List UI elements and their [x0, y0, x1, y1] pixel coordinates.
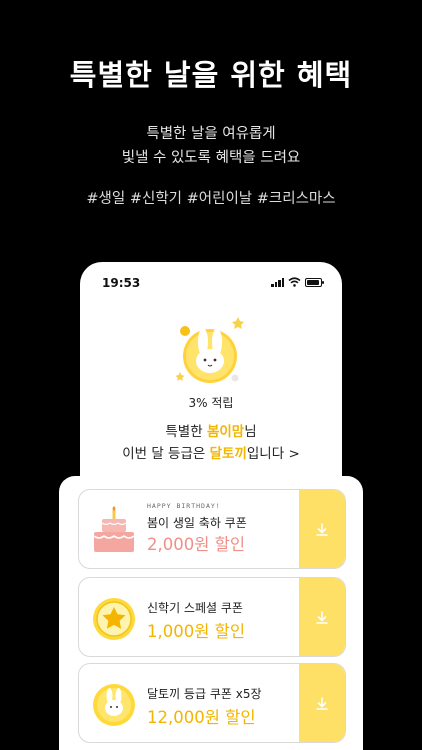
coupon-card-new-semester[interactable]: 신학기 스페셜 쿠폰 1,000원 할인	[78, 577, 346, 657]
grade-link[interactable]: 이번 달 등급은 달토끼입니다 >	[80, 442, 342, 462]
download-icon	[316, 611, 328, 624]
status-time: 19:53	[102, 276, 141, 290]
battery-icon	[305, 278, 324, 287]
coupon-kicker: HAPPY BIRTHDAY!	[147, 502, 221, 510]
status-bar: 19:53	[102, 276, 324, 290]
coupon-discount: 2,000원 할인	[147, 535, 246, 554]
status-icons	[271, 277, 324, 287]
grade-name: 달토끼	[209, 446, 247, 462]
promo-headline: 특별한 날을 위한 혜택	[69, 58, 353, 92]
greeting-suffix: 님	[244, 424, 257, 440]
coupon-download-stub[interactable]	[295, 490, 345, 568]
rabbit-level-badge-icon	[175, 317, 244, 383]
signal-icon	[271, 277, 284, 287]
coupon-download-stub[interactable]	[295, 664, 345, 742]
perforation-divider	[295, 490, 299, 568]
greeting-line: 특별한 봄이맘님	[80, 420, 342, 440]
promo-hashtags: #생일 #신학기 #어린이날 #크리스마스	[86, 191, 336, 207]
birthday-cake-icon	[93, 506, 135, 552]
star-medal-icon	[93, 598, 135, 640]
download-icon	[316, 697, 328, 710]
grade-suffix: 입니다 >	[246, 446, 300, 462]
perforation-divider	[295, 664, 299, 742]
promo-subtitle-line1: 특별한 날을 여유롭게	[146, 126, 276, 142]
download-icon	[316, 523, 328, 536]
coupon-name: 봄이 생일 축하 쿠폰	[147, 516, 247, 530]
coupon-discount: 1,000원 할인	[147, 622, 246, 641]
user-name: 봄이맘	[206, 424, 245, 440]
rabbit-medal-icon	[93, 684, 135, 726]
coupon-name: 달토끼 등급 쿠폰 x5장	[147, 687, 262, 701]
coupon-download-stub[interactable]	[295, 578, 345, 656]
coupon-card-grade[interactable]: 달토끼 등급 쿠폰 x5장 12,000원 할인	[78, 663, 346, 743]
greeting-prefix: 특별한	[165, 424, 207, 440]
coupon-card-birthday[interactable]: HAPPY BIRTHDAY! 봄이 생일 축하 쿠폰 2,000원 할인	[78, 489, 346, 569]
promo-subtitle-line2: 빛낼 수 있도록 혜택을 드려요	[121, 150, 301, 166]
coupon-name: 신학기 스페셜 쿠폰	[147, 601, 243, 615]
reward-rate-text: 3% 적립	[188, 396, 234, 410]
perforation-divider	[295, 578, 299, 656]
coupon-discount: 12,000원 할인	[147, 708, 256, 727]
wifi-icon	[288, 277, 301, 287]
grade-prefix: 이번 달 등급은	[122, 446, 210, 462]
